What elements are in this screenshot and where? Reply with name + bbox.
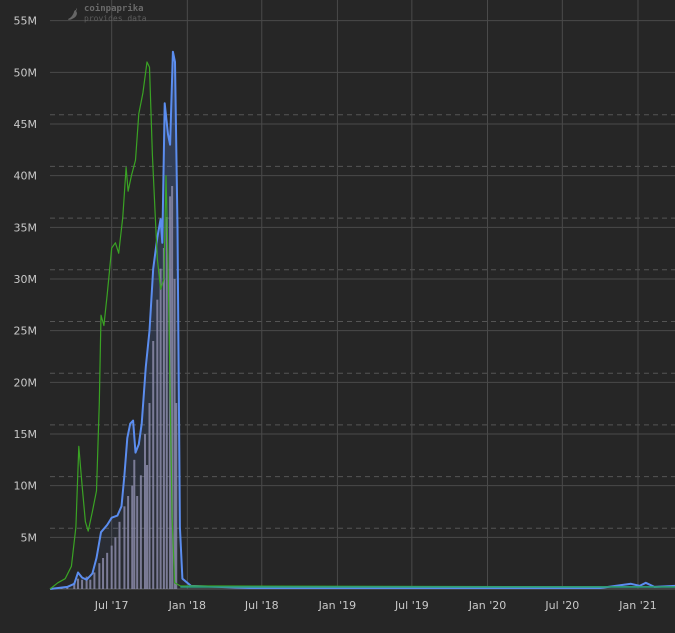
volume-bar — [165, 217, 168, 589]
y-tick-label: 25M — [14, 325, 38, 338]
x-tick-label: Jul '20 — [544, 599, 579, 612]
x-tick-label: Jul '17 — [94, 599, 129, 612]
volume-bar — [110, 545, 113, 589]
chart-panel: 5M 10M 15M 20M 25M 30M 35M 40M 45M 50M 55M Jul '17 J… — [0, 0, 675, 633]
y-tick-label: 20M — [14, 376, 38, 389]
x-tick-label: Jan '20 — [468, 599, 506, 612]
watermark-name: coinpaprika — [84, 4, 144, 14]
volume-bar — [159, 268, 162, 589]
y-tick-label: 5M — [21, 531, 38, 544]
volume-bar — [93, 572, 96, 589]
y-tick-label: 40M — [14, 170, 38, 183]
y-tick-label: 35M — [14, 221, 38, 234]
price-area — [50, 51, 675, 589]
y-tick-label: 10M — [14, 480, 38, 493]
volume-bar — [162, 248, 165, 589]
volume-bar — [152, 341, 155, 589]
y-tick-label: 30M — [14, 273, 38, 286]
volume-bar — [156, 299, 159, 589]
x-tick-label: Jan '19 — [318, 599, 356, 612]
volume-bar — [76, 578, 79, 589]
watermark-sub: provides data — [84, 14, 147, 23]
x-tick-label: Jul '18 — [244, 599, 279, 612]
volume-bar — [81, 579, 84, 589]
x-tick-label: Jan '18 — [168, 599, 206, 612]
volume-bar — [131, 485, 134, 589]
y-tick-label: 15M — [14, 428, 38, 441]
volume-bar — [133, 459, 136, 589]
volume-bar — [127, 496, 130, 589]
y-tick-label: 55M — [14, 15, 38, 28]
volume-bar — [148, 403, 151, 589]
chili-pepper-icon — [68, 8, 77, 20]
volume-bar — [102, 558, 105, 589]
volume-bar — [118, 521, 121, 589]
x-tick-label: Jan '21 — [618, 599, 656, 612]
volume-bar — [98, 563, 101, 589]
y-tick-label: 50M — [14, 66, 38, 79]
volume-bar — [136, 496, 139, 589]
volume-bar — [146, 465, 149, 589]
watermark: coinpaprika provides data — [66, 5, 147, 23]
volume-bar — [114, 537, 117, 589]
y-tick-label: 45M — [14, 118, 38, 131]
x-tick-label: Jul '19 — [394, 599, 429, 612]
volume-bar — [139, 475, 142, 589]
chart-canvas: 5M 10M 15M 20M 25M 30M 35M 40M 45M 50M 55M Jul '17 J… — [14, 0, 675, 612]
volume-bar — [123, 506, 126, 589]
volume-bar — [89, 579, 92, 589]
volume-bar — [143, 434, 146, 589]
volume-bar — [106, 552, 109, 589]
volume-bar — [175, 403, 178, 589]
